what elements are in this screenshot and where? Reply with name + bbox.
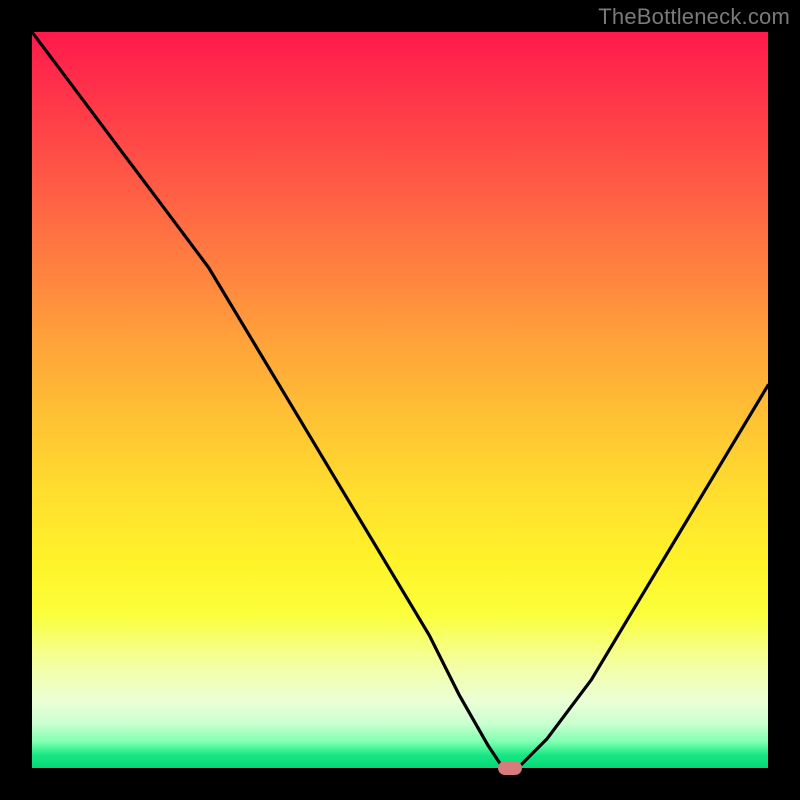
curve-path	[32, 32, 768, 768]
bottleneck-curve	[32, 32, 768, 768]
plot-area	[32, 32, 768, 768]
watermark-text: TheBottleneck.com	[598, 4, 790, 30]
optimal-marker	[498, 761, 522, 775]
chart-frame: TheBottleneck.com	[0, 0, 800, 800]
